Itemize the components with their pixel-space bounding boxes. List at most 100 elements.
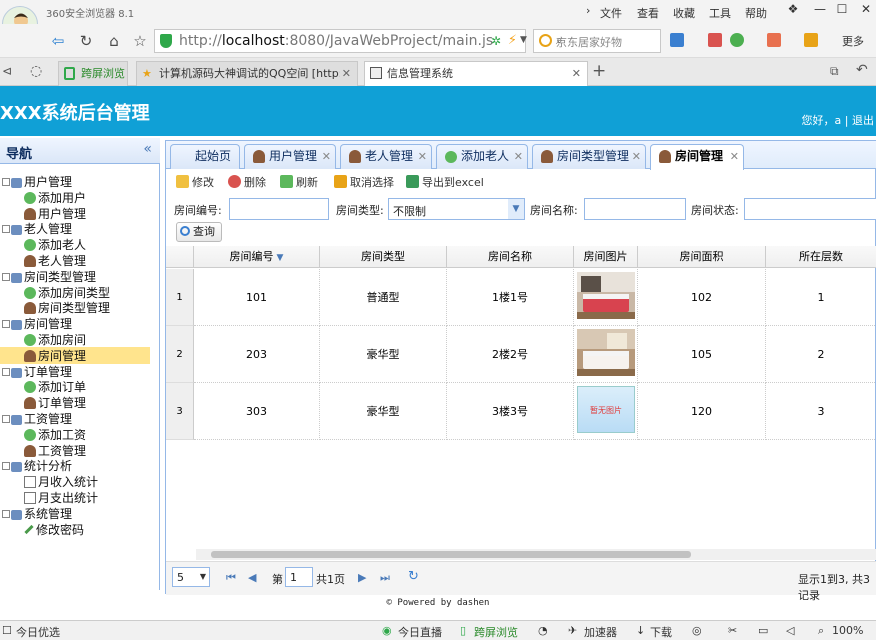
zoom-level[interactable]: 100% <box>832 624 863 637</box>
expand-icon[interactable] <box>2 509 10 518</box>
search-box[interactable]: 京东居家好物 ⌕ <box>533 29 661 53</box>
room-status-input[interactable] <box>744 198 876 220</box>
page-number-input[interactable]: 1 <box>285 567 313 587</box>
sidebar-group[interactable]: 用户管理 <box>2 173 72 190</box>
refresh-button[interactable]: 刷新 <box>280 174 318 190</box>
browser-tab-info-system[interactable]: 信息管理系统 ✕ <box>364 61 588 86</box>
export-excel-button[interactable]: 导出到excel <box>406 174 484 190</box>
room-no-input[interactable] <box>229 198 329 220</box>
column-header[interactable]: 房间编号 ▼ <box>194 246 320 268</box>
sidebar-item[interactable]: 添加订单 <box>24 378 86 395</box>
table-cell[interactable]: 豪华型 <box>320 326 447 383</box>
status-today-live[interactable]: 今日直播 <box>398 624 442 640</box>
today-picks[interactable]: 今日优选 <box>16 624 60 640</box>
table-cell[interactable] <box>574 326 638 383</box>
expand-icon[interactable] <box>2 178 10 186</box>
today-picks-icon[interactable]: ☐ <box>2 624 12 637</box>
address-bar[interactable]: http://localhost:8080/JavaWebProject/mai… <box>154 29 526 53</box>
menu-file[interactable]: 文件 <box>600 5 622 21</box>
column-header[interactable]: 所在层数 <box>766 246 876 268</box>
tab-home[interactable]: 起始页 <box>170 144 240 169</box>
browser-tab-cross-screen[interactable]: 跨屏浏览 <box>58 61 128 86</box>
query-button[interactable]: 查询 <box>176 222 222 242</box>
star-icon[interactable]: ☆ <box>130 31 150 51</box>
sidebar-group[interactable]: 房间管理 <box>2 315 72 332</box>
column-header[interactable]: 房间名称 <box>447 246 574 268</box>
sidebar-item[interactable]: 房间管理 <box>0 346 150 364</box>
table-cell[interactable]: 203 <box>194 326 320 383</box>
zoom-icon[interactable]: ⌕ <box>818 624 824 638</box>
menu-help[interactable]: 帮助 <box>745 5 767 21</box>
minimize-icon[interactable]: — <box>810 2 830 20</box>
sidebar-item[interactable]: 订单管理 <box>24 394 86 411</box>
sidebar-toggle-icon[interactable]: ⊲ <box>2 64 12 78</box>
table-cell[interactable] <box>574 269 638 326</box>
column-header[interactable]: 房间图片 <box>574 246 638 268</box>
table-cell[interactable]: 2楼2号 <box>447 326 574 383</box>
last-page-icon[interactable]: ⏭ <box>380 571 390 585</box>
table-cell[interactable]: 303 <box>194 383 320 440</box>
browser-tab-qq-space[interactable]: ★ 计算机源码大神调试的QQ空间 [http: ✕ <box>136 61 358 86</box>
room-photo[interactable] <box>577 329 635 376</box>
table-cell[interactable]: 3 <box>766 383 876 440</box>
table-cell[interactable]: 1楼1号 <box>447 269 574 326</box>
screenshot-icon[interactable]: ✂ <box>728 624 737 637</box>
clock-icon[interactable]: ◔ <box>538 624 548 637</box>
chevron-right-icon[interactable]: › <box>586 4 590 17</box>
table-cell[interactable]: 普通型 <box>320 269 447 326</box>
mail-icon[interactable] <box>708 33 722 47</box>
user-greeting[interactable]: 您好，a | 退出 <box>802 112 874 128</box>
first-page-icon[interactable]: ⏮ <box>226 571 236 585</box>
room-photo[interactable] <box>577 272 635 319</box>
edit-button[interactable]: 修改 <box>176 174 214 190</box>
sidebar-item[interactable]: 用户管理 <box>24 205 86 222</box>
chevron-down-icon[interactable]: ▼ <box>508 199 524 219</box>
menu-view[interactable]: 查看 <box>637 5 659 21</box>
reload-icon[interactable]: ↻ <box>76 31 96 51</box>
shirt-icon[interactable]: ❖ <box>783 2 803 20</box>
close-tab-icon[interactable]: ✕ <box>322 145 331 168</box>
gear-icon[interactable]: ✲ <box>491 34 501 48</box>
maximize-icon[interactable]: ☐ <box>832 2 852 20</box>
window-icon[interactable]: ▭ <box>758 624 768 637</box>
extension-icon[interactable] <box>804 33 818 47</box>
restore-icon[interactable]: ◌ <box>30 63 42 79</box>
status-download[interactable]: 下载 <box>650 624 672 640</box>
menu-favorites[interactable]: 收藏 <box>673 5 695 21</box>
table-cell[interactable]: 1 <box>766 269 876 326</box>
table-cell[interactable]: 暂无图片 <box>574 383 638 440</box>
column-header[interactable]: 房间类型 <box>320 246 447 268</box>
search-icon[interactable]: ⌕ <box>556 33 656 48</box>
tab-user-management[interactable]: 用户管理 ✕ <box>244 144 336 169</box>
sidebar-item[interactable]: 月支出统计 <box>24 489 98 506</box>
tab-add-elder[interactable]: 添加老人 ✕ <box>436 144 528 169</box>
more-menu[interactable]: 更多 <box>842 33 864 49</box>
close-tab-icon[interactable]: ✕ <box>418 145 427 168</box>
close-tab-icon[interactable]: ✕ <box>339 62 351 85</box>
collapse-icon[interactable]: « <box>143 141 152 157</box>
room-name-input[interactable] <box>584 198 686 220</box>
menu-tools[interactable]: 工具 <box>709 5 731 21</box>
close-tab-icon[interactable]: ✕ <box>514 145 523 168</box>
table-cell[interactable]: 101 <box>194 269 320 326</box>
sidebar-item[interactable]: 工资管理 <box>24 442 86 459</box>
sidebar-group[interactable]: 系统管理 <box>2 505 72 522</box>
sidebar-item[interactable]: 老人管理 <box>24 252 86 269</box>
tab-room-management[interactable]: 房间管理 ✕ <box>650 144 744 170</box>
status-accelerator[interactable]: 加速器 <box>584 624 617 640</box>
browser-icon[interactable]: ◎ <box>692 624 702 637</box>
sidebar-group[interactable]: 老人管理 <box>2 220 72 237</box>
lightning-icon[interactable]: ⚡ <box>508 33 517 48</box>
delete-button[interactable]: 删除 <box>228 174 266 190</box>
cancel-select-button[interactable]: 取消选择 <box>334 174 394 190</box>
next-page-icon[interactable]: ▶ <box>358 571 366 584</box>
tab-room-type-management[interactable]: 房间类型管理 ✕ <box>532 144 646 169</box>
table-cell[interactable]: 105 <box>638 326 766 383</box>
home-icon[interactable]: ⌂ <box>104 31 124 51</box>
close-tab-icon[interactable]: ✕ <box>632 145 641 168</box>
close-window-icon[interactable]: ✕ <box>856 2 876 20</box>
expand-icon[interactable] <box>2 225 10 234</box>
expand-icon[interactable] <box>2 415 10 423</box>
expand-icon[interactable] <box>2 320 10 329</box>
expand-icon[interactable] <box>2 272 10 281</box>
